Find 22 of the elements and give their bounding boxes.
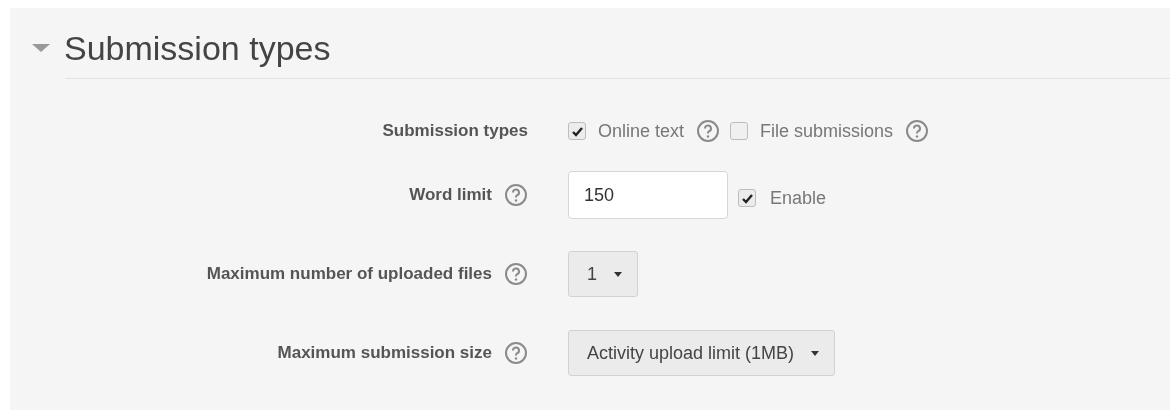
dropdown-caret-icon	[613, 270, 623, 278]
section-heading[interactable]: Submission types	[64, 31, 331, 65]
option-label: Online text	[598, 119, 685, 143]
field-label: Maximum number of uploaded files	[206, 263, 492, 286]
field-label: Word limit	[409, 184, 492, 207]
select-dropdown[interactable]: 1	[568, 251, 638, 297]
checkbox[interactable]	[738, 189, 756, 207]
collapse-caret-icon[interactable]	[30, 42, 52, 54]
help-icon[interactable]	[504, 262, 528, 286]
field-label: Submission types	[382, 120, 528, 143]
help-icon[interactable]	[905, 119, 930, 143]
field-label: Maximum submission size	[277, 342, 492, 365]
option-label: File submissions	[760, 119, 894, 143]
checkbox[interactable]	[730, 122, 749, 140]
select-dropdown[interactable]: Activity upload limit (1MB)	[568, 330, 836, 376]
help-icon[interactable]	[696, 119, 721, 143]
dropdown-caret-icon	[810, 349, 821, 357]
help-icon[interactable]	[504, 183, 528, 207]
checkbox[interactable]	[568, 122, 586, 140]
help-icon[interactable]	[504, 341, 528, 365]
option-label: Enable	[770, 186, 827, 210]
input-field[interactable]: 150	[568, 171, 728, 219]
